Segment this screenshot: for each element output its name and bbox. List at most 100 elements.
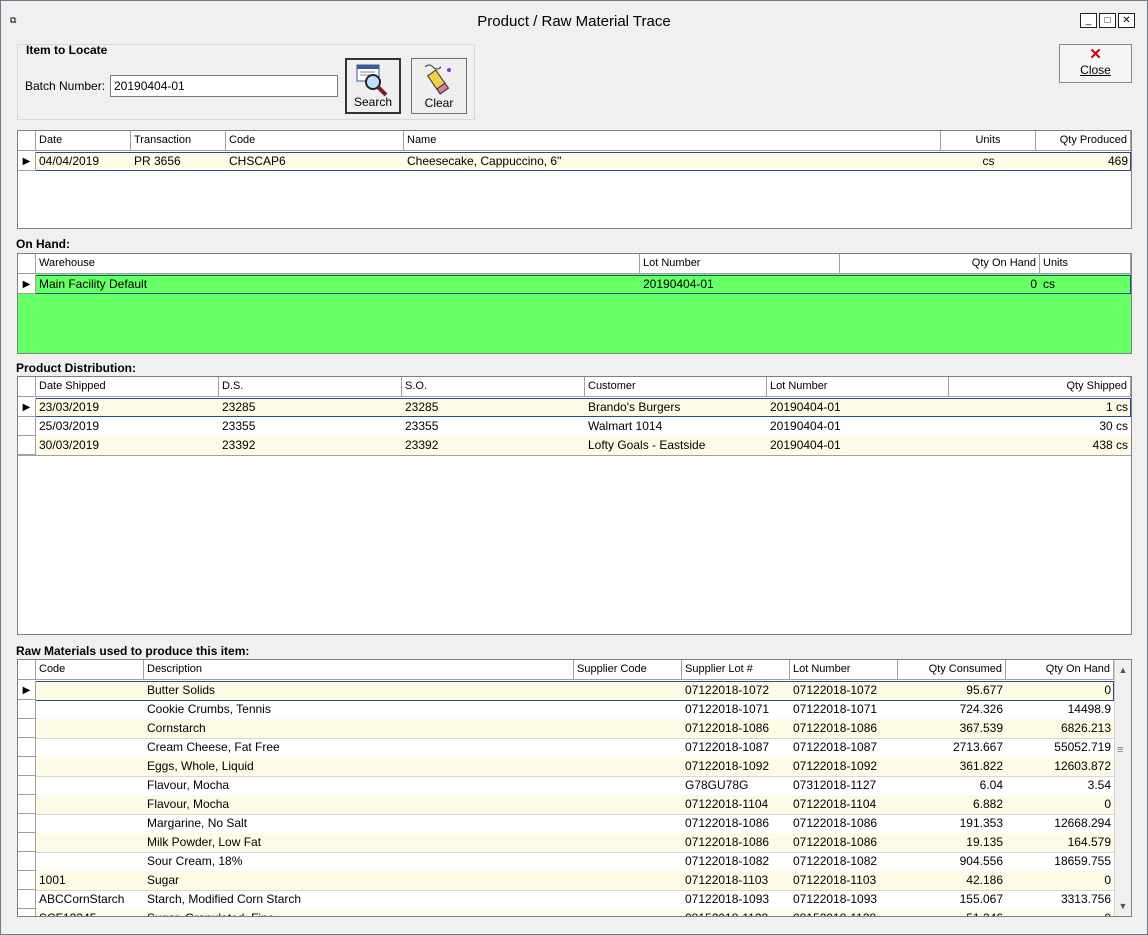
minimize-button[interactable]: _: [1080, 13, 1097, 28]
cell-description: Cornstarch: [147, 721, 206, 735]
close-button[interactable]: ✕ Close: [1059, 44, 1132, 83]
row-indicator: [18, 890, 36, 909]
table-row[interactable]: Cookie Crumbs, Tennis 07122018-1071 071220…: [18, 700, 1114, 720]
eraser-icon: [424, 64, 451, 95]
table-row[interactable]: Margarine, No Salt 07122018-1086 07122018-…: [18, 814, 1114, 834]
header-qty-on-hand[interactable]: Qty On Hand: [940, 254, 1040, 273]
header-qty-produced[interactable]: Qty Produced: [1036, 131, 1131, 150]
batch-number-label: Batch Number:: [25, 79, 106, 93]
window-close-button[interactable]: ✕: [1118, 13, 1135, 28]
cell-supplier-code: [574, 795, 682, 814]
header-ds[interactable]: D.S.: [219, 377, 402, 396]
cell-qty-on-hand: 0: [1030, 277, 1037, 291]
table-row[interactable]: ▶ 04/04/2019 PR 3656 CHSCAP6 Cheesecake,…: [18, 152, 1131, 171]
cell-description: Cream Cheese, Fat Free: [147, 740, 280, 754]
cell-qty-on-hand: 0: [1104, 797, 1111, 811]
cell-qty-consumed: 367.539: [959, 721, 1003, 735]
cell-supplier-code: [574, 700, 682, 719]
cell-code: [36, 833, 144, 852]
cell-ds: 23355: [222, 419, 256, 433]
batch-number-input[interactable]: [110, 75, 338, 97]
header-qty-consumed[interactable]: Qty Consumed: [898, 660, 1006, 679]
cell-supplier-code: [574, 738, 682, 757]
cell-code: [36, 738, 144, 757]
cell-supplier-code: [574, 890, 682, 909]
header-date-shipped[interactable]: Date Shipped: [36, 377, 219, 396]
cell-qty-on-hand: 0: [1104, 873, 1111, 887]
raw-materials-label: Raw Materials used to produce this item:: [16, 644, 250, 658]
table-row[interactable]: Cream Cheese, Fat Free 07122018-1087 07122…: [18, 738, 1114, 758]
header-lot-number[interactable]: Lot Number: [640, 254, 840, 273]
item-to-locate-label: Item to Locate: [26, 43, 108, 57]
header-qty-shipped[interactable]: Qty Shipped: [949, 377, 1131, 396]
header-transaction[interactable]: Transaction: [131, 131, 226, 150]
clear-button[interactable]: Clear: [411, 58, 467, 114]
cell-date-shipped: 23/03/2019: [39, 400, 100, 414]
cell-qty-on-hand: 12668.294: [1054, 816, 1111, 830]
table-row[interactable]: Flavour, Mocha 07122018-1104 07122018-1104…: [18, 795, 1114, 815]
cell-description: Sour Cream, 18%: [147, 854, 243, 868]
table-row[interactable]: Flavour, Mocha G78GU78G 07312018-1127 6.04 3…: [18, 776, 1114, 796]
header-units[interactable]: Units: [941, 131, 1036, 150]
header-customer[interactable]: Customer: [585, 377, 767, 396]
scroll-grip-icon[interactable]: ≡: [1117, 744, 1123, 756]
cell-qty-on-hand: 12603.872: [1054, 759, 1111, 773]
table-row[interactable]: 1001 Sugar 07122018-1103 07122018-1103 42.18…: [18, 871, 1114, 891]
header-lot-number[interactable]: Lot Number: [767, 377, 949, 396]
header-units[interactable]: Units: [1040, 254, 1131, 273]
cell-code: [36, 719, 144, 738]
cell-supplier-lot: 07122018-1087: [685, 740, 770, 754]
cell-lot-number: 07122018-1086: [793, 721, 878, 735]
cell-supplier-code: [574, 909, 682, 916]
table-row[interactable]: ▶ Main Facility Default 20190404-01 0 cs: [18, 275, 1131, 294]
cell-supplier-lot: 07122018-1103: [685, 873, 769, 887]
header-description[interactable]: Description: [144, 660, 574, 679]
table-row[interactable]: 25/03/2019 23355 23355 Walmart 1014 2019…: [18, 417, 1131, 436]
table-row[interactable]: ▶ 23/03/2019 23285 23285 Brando's Burger…: [18, 398, 1131, 417]
header-code[interactable]: Code: [226, 131, 404, 150]
header-code[interactable]: Code: [36, 660, 144, 679]
header-qty-on-hand[interactable]: Qty On Hand: [1006, 660, 1114, 679]
header-so[interactable]: S.O.: [402, 377, 585, 396]
row-indicator: [18, 436, 36, 455]
header-lot-number[interactable]: Lot Number: [790, 660, 898, 679]
table-row[interactable]: ▶ Butter Solids 07122018-1072 07122018-1072…: [18, 681, 1114, 701]
table-row[interactable]: Cornstarch 07122018-1086 07122018-1086 367.…: [18, 719, 1114, 739]
cell-qty-on-hand: 6826.213: [1060, 721, 1111, 735]
on-hand-label: On Hand:: [16, 237, 70, 251]
table-row[interactable]: Eggs, Whole, Liquid 07122018-1092 07122018…: [18, 757, 1114, 777]
search-button[interactable]: Search: [345, 58, 401, 114]
cell-lot-number: 07122018-1086: [793, 835, 878, 849]
cell-lot-number: 20190404-01: [643, 277, 714, 291]
scroll-down-icon[interactable]: ▼: [1115, 898, 1131, 914]
maximize-button[interactable]: □: [1099, 13, 1116, 28]
cell-qty-consumed: 42.186: [966, 873, 1003, 887]
cell-lot-number: 07122018-1087: [793, 740, 878, 754]
raw-materials-header: Code Description Supplier Code Supplier …: [18, 660, 1114, 680]
table-row[interactable]: ABCCornStarch Starch, Modified Corn Starc…: [18, 890, 1114, 910]
header-date[interactable]: Date: [36, 131, 131, 150]
close-button-label: Close: [1080, 63, 1111, 77]
table-row[interactable]: SCF12345Sugar, Granulated, Fine 08152018-…: [18, 909, 1114, 916]
cell-code: [36, 852, 144, 871]
header-supplier-lot[interactable]: Supplier Lot #: [682, 660, 790, 679]
header-supplier-code[interactable]: Supplier Code: [574, 660, 682, 679]
table-row[interactable]: 30/03/2019 23392 23392 Lofty Goals - Eas…: [18, 436, 1131, 456]
indicator-fill: [18, 294, 36, 353]
cell-so: 23355: [405, 419, 439, 433]
raw-materials-scrollbar[interactable]: ▲ ≡ ▼: [1114, 660, 1131, 916]
table-row[interactable]: Milk Powder, Low Fat 07122018-1086 0712201…: [18, 833, 1114, 853]
header-corner: [18, 660, 36, 679]
cell-qty-consumed: 155.067: [959, 892, 1003, 906]
window-title: Product / Raw Material Trace: [477, 13, 671, 30]
cell-lot-number: 07122018-1071: [793, 702, 878, 716]
scroll-up-icon[interactable]: ▲: [1115, 662, 1131, 678]
header-warehouse[interactable]: Warehouse: [36, 254, 640, 273]
header-name[interactable]: Name: [404, 131, 941, 150]
cell-code: [36, 795, 144, 814]
row-indicator-icon: ▶: [18, 152, 36, 171]
cell-lot-number: 07122018-1103: [793, 873, 877, 887]
table-row[interactable]: Sour Cream, 18% 07122018-1082 07122018-108…: [18, 852, 1114, 872]
cell-description: Eggs, Whole, Liquid: [147, 759, 254, 773]
cell-supplier-code: [574, 776, 682, 795]
